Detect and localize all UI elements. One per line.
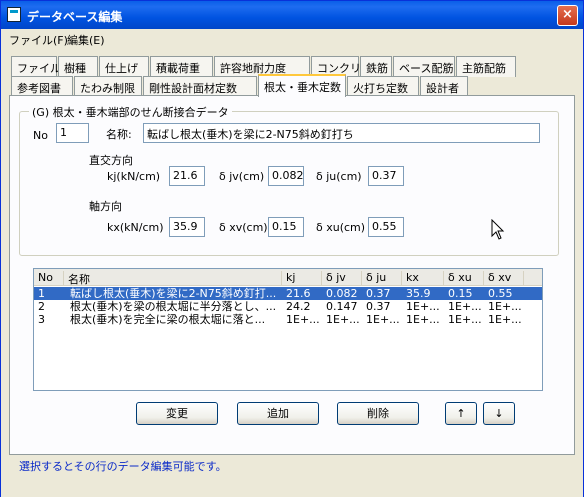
table-row[interactable]: 1 転ばし根太(垂木)を梁に2-N75斜め釘打... 21.6 0.082 0.… (34, 287, 542, 300)
kj-label: kj(kN/cm) (107, 170, 161, 183)
data-list[interactable]: No 名称 kj δ jv δ ju kx δ xu δ xv 1 転ばし根太(… (33, 268, 543, 391)
list-header: No 名称 kj δ jv δ ju kx δ xu δ xv (34, 269, 542, 286)
cell-name: 転ばし根太(垂木)を梁に2-N75斜め釘打... (70, 287, 277, 300)
cell-dxu: 1E+... (448, 313, 482, 326)
mouse-cursor-icon (491, 218, 505, 244)
cell-dju: 1E+... (366, 313, 400, 326)
tab-file[interactable]: ファイル (11, 56, 61, 77)
dxu-field[interactable]: 0.55 (368, 217, 404, 237)
cell-djv: 0.082 (326, 287, 358, 300)
close-button[interactable]: × (557, 5, 578, 26)
groupbox-title: (G) 根太・垂木端部のせん断接合データ (29, 104, 232, 120)
kx-label: kx(kN/cm) (107, 221, 164, 234)
tab-finish[interactable]: 仕上げ (99, 56, 149, 77)
col-dxu[interactable]: δ xu (444, 271, 484, 285)
cell-dxv: 1E+... (488, 300, 522, 313)
tab-main-rebar[interactable]: 主筋配筋 (456, 56, 516, 77)
cell-kj: 21.6 (286, 287, 311, 300)
tab-base-rebar[interactable]: ベース配筋 (393, 56, 455, 77)
dju-label: δ ju(cm) (316, 170, 362, 183)
tab-rebar[interactable]: 鉄筋 (360, 56, 392, 77)
col-no[interactable]: No (34, 271, 64, 285)
delete-button[interactable]: 削除 (337, 402, 419, 425)
table-row[interactable]: 2 根太(垂木)を梁の根太堀に半分落とし、... 24.2 0.147 0.37… (34, 300, 542, 313)
dxu-label: δ xu(cm) (316, 221, 366, 234)
name-label: 名称: (106, 128, 132, 141)
tab-joist-rafter-constants[interactable]: 根太・垂木定数 (258, 74, 346, 97)
tab-load[interactable]: 積載荷重 (150, 56, 213, 77)
window-title: データベース編集 (27, 10, 123, 24)
djv-label: δ jv(cm) (219, 170, 265, 183)
tab-designer[interactable]: 設計者 (420, 76, 468, 97)
cell-dxu: 0.15 (448, 287, 473, 300)
status-bar: 選択するとその行のデータ編集可能です。 (1, 455, 583, 497)
col-kx[interactable]: kx (402, 271, 444, 285)
dju-field[interactable]: 0.37 (368, 166, 404, 186)
dxv-label: δ xv(cm) (219, 221, 268, 234)
col-dxv[interactable]: δ xv (484, 271, 524, 285)
cell-dxv: 1E+... (488, 313, 522, 326)
table-row[interactable]: 3 根太(垂木)を完全に梁の根太堀に落と... 1E+... 1E+... 1E… (34, 313, 542, 326)
cell-dju: 0.37 (366, 287, 391, 300)
title-bar[interactable]: データベース編集 × (1, 1, 583, 29)
cell-kx: 1E+... (406, 300, 440, 313)
perpendicular-direction-label: 直交方向 (89, 154, 133, 167)
cell-kj: 24.2 (286, 300, 311, 313)
status-text: 選択するとその行のデータ編集可能です。 (19, 460, 227, 473)
cell-kx: 1E+... (406, 313, 440, 326)
change-button[interactable]: 変更 (136, 402, 218, 425)
no-label: No (33, 129, 48, 142)
kx-field[interactable]: 35.9 (169, 217, 205, 237)
cell-djv: 1E+... (326, 313, 360, 326)
no-field[interactable]: 1 (56, 123, 89, 143)
col-djv[interactable]: δ jv (322, 271, 362, 285)
tab-deflection-limit[interactable]: たわみ制限 (74, 76, 142, 97)
col-dju[interactable]: δ ju (362, 271, 402, 285)
move-down-button[interactable]: ↓ (483, 402, 515, 425)
cell-name: 根太(垂木)を梁の根太堀に半分落とし、... (70, 300, 277, 313)
tab-wood-species[interactable]: 樹種 (58, 56, 98, 77)
cell-dju: 0.37 (366, 300, 391, 313)
col-kj[interactable]: kj (282, 271, 322, 285)
menu-edit[interactable]: 編集(E) (67, 32, 105, 48)
menu-bar: ファイル(F) 編集(E) (1, 29, 583, 49)
menu-file[interactable]: ファイル(F) (9, 32, 68, 48)
database-edit-window: データベース編集 × ファイル(F) 編集(E) ファイル 樹種 仕上げ 積載荷… (0, 0, 584, 497)
cell-dxu: 1E+... (448, 300, 482, 313)
dxv-field[interactable]: 0.15 (268, 217, 304, 237)
tab-rigid-panel-constants[interactable]: 剛性設計面材定数 (143, 76, 257, 97)
axial-direction-label: 軸方向 (89, 200, 122, 213)
add-button[interactable]: 追加 (237, 402, 319, 425)
cell-kx: 35.9 (406, 287, 431, 300)
cell-djv: 0.147 (326, 300, 358, 313)
cell-no: 1 (38, 287, 45, 300)
kj-field[interactable]: 21.6 (169, 166, 205, 186)
name-field[interactable]: 転ばし根太(垂木)を梁に2-N75斜め釘打ち (143, 123, 540, 143)
col-name[interactable]: 名称 (64, 271, 282, 286)
cell-kj: 1E+... (286, 313, 320, 326)
app-icon (7, 7, 21, 22)
cell-no: 2 (38, 300, 45, 313)
move-up-button[interactable]: ↑ (445, 402, 477, 425)
cell-dxv: 0.55 (488, 287, 513, 300)
tab-reference-books[interactable]: 参考図書 (11, 76, 73, 97)
cell-no: 3 (38, 313, 45, 326)
cell-name: 根太(垂木)を完全に梁の根太堀に落と... (70, 313, 266, 326)
tab-brace-constants[interactable]: 火打ち定数 (347, 76, 419, 97)
djv-field[interactable]: 0.082 (268, 166, 304, 186)
